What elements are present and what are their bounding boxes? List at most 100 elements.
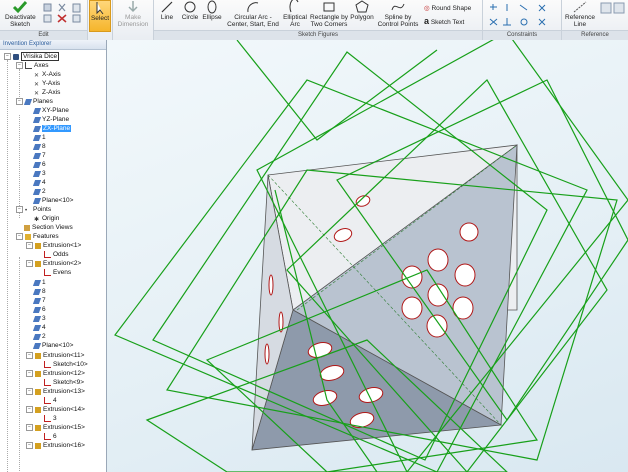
collapse-icon[interactable]: −	[26, 424, 33, 431]
root-label: Vrisika Dice	[21, 52, 60, 61]
tree-features[interactable]: − Features	[16, 232, 59, 241]
tree-feature-item[interactable]: 2	[32, 332, 46, 341]
circle-label: Circle	[181, 14, 199, 21]
collapse-icon[interactable]: −	[26, 352, 33, 359]
circle-tool[interactable]: Circle	[179, 0, 201, 21]
tree-plane10b[interactable]: Plane<10>	[32, 341, 73, 350]
axes-label: Axes	[34, 62, 49, 69]
tree-plane-item[interactable]: 3	[32, 169, 46, 178]
tree-feature-item[interactable]: 7	[32, 296, 46, 305]
tree-plane-item[interactable]: 2	[32, 187, 46, 196]
tree-plane-item[interactable]: 1	[32, 133, 46, 142]
elliptical-arc-icon	[289, 0, 299, 13]
planes-label: Planes	[33, 98, 53, 105]
tree-odds[interactable]: Odds	[44, 250, 69, 259]
tree-feature-item[interactable]: 4	[32, 323, 46, 332]
tree-x-axis[interactable]: ✕ X-Axis	[34, 70, 61, 79]
tree-axes[interactable]: − Axes	[16, 61, 48, 70]
tree-extrusion1[interactable]: − Extrusion<1>	[26, 241, 81, 250]
make-dimension-button[interactable]: Make Dimension	[115, 0, 151, 28]
collapse-icon[interactable]: −	[26, 370, 33, 377]
tree-feature-item[interactable]: 3	[32, 314, 46, 323]
edit-small-tools	[42, 2, 82, 24]
tree-y-axis[interactable]: ✕ Y-Axis	[34, 79, 60, 88]
collapse-icon[interactable]: −	[26, 260, 33, 267]
dimension-group: Make Dimension	[113, 0, 154, 40]
elliptical-arc-tool[interactable]: Elliptical Arc	[282, 0, 308, 28]
select-button[interactable]: Select	[89, 0, 111, 32]
tree-evens[interactable]: Evens	[44, 268, 71, 277]
line-tool[interactable]: Line	[156, 0, 178, 21]
deactivate-sketch-button[interactable]: Deactivate Sketch	[3, 0, 37, 28]
tree-feature-item[interactable]: 6	[32, 305, 46, 314]
tree-points[interactable]: − • Points	[16, 205, 51, 214]
sketch-icon	[44, 415, 51, 422]
tree-extrusion13[interactable]: − Extrusion<13>	[26, 387, 85, 396]
polygon-tool[interactable]: Polygon	[349, 0, 375, 21]
tree-feature-item[interactable]: 8	[32, 287, 46, 296]
tree-plane-item[interactable]: 4	[32, 178, 46, 187]
tree-plane10[interactable]: Plane<10>	[32, 196, 73, 205]
odds-label: Odds	[53, 251, 69, 258]
sketch-text-tool[interactable]: a Sketch Text	[424, 16, 464, 26]
tree-xy-plane[interactable]: XY-Plane	[32, 106, 69, 115]
tree-plane-item[interactable]: 6	[32, 160, 46, 169]
cursor-icon	[96, 2, 104, 15]
tree-extrusion16[interactable]: − Extrusion<16>	[26, 441, 85, 450]
rectangle-tool[interactable]: Rectangle by Two Corners	[309, 0, 349, 28]
sketch-figures-label: Sketch Figures	[154, 30, 482, 40]
plane-item-label: 3	[42, 170, 46, 177]
tree-sketch9[interactable]: Sketch<9>	[44, 378, 84, 387]
tree-extrusion2[interactable]: − Extrusion<2>	[26, 259, 81, 268]
collapse-icon[interactable]: −	[26, 406, 33, 413]
tree-planes[interactable]: − Planes	[16, 97, 53, 106]
circular-arc-tool[interactable]: Circular Arc - Center, Start, End	[224, 0, 282, 28]
collapse-icon[interactable]: −	[16, 233, 23, 240]
collapse-icon[interactable]: −	[26, 442, 33, 449]
tree-root[interactable]: − Vrisika Dice	[4, 52, 60, 61]
check-icon	[12, 1, 28, 14]
tree-plane-item[interactable]: 7	[32, 151, 46, 160]
ellipse-tool[interactable]: Ellipse	[201, 0, 223, 21]
plane-icon	[32, 170, 42, 177]
tree-section-views[interactable]: Section Views	[24, 223, 73, 232]
tree-zx-plane[interactable]: ZX-Plane	[32, 124, 72, 133]
plane-icon	[23, 98, 33, 105]
tree-extrusion11[interactable]: − Extrusion<11>	[26, 351, 84, 360]
extrusion-icon	[35, 370, 41, 377]
tree-sketch10[interactable]: Sketch<10>	[44, 360, 88, 369]
sketch-icon	[44, 379, 51, 386]
elliptical-arc-label: Elliptical	[283, 14, 307, 21]
tree-feature-item[interactable]: 1	[32, 278, 46, 287]
extrusion1-label: Extrusion<1>	[43, 242, 82, 249]
tree-sketch-3[interactable]: 3	[44, 414, 57, 423]
spline-tool[interactable]: Spline by Control Points	[376, 0, 420, 28]
plane-item-label: 6	[42, 161, 46, 168]
collapse-icon[interactable]: −	[26, 388, 33, 395]
tree-z-axis[interactable]: ✕ Z-Axis	[34, 88, 60, 97]
tree-sketch-4[interactable]: 4	[44, 396, 57, 405]
tree-extrusion12[interactable]: − Extrusion<12>	[26, 369, 85, 378]
tree-sketch-6[interactable]: 6	[44, 432, 57, 441]
plane-item-label: 1	[42, 134, 46, 141]
reference-label: Reference	[562, 30, 628, 40]
collapse-icon[interactable]: −	[16, 98, 23, 105]
dice-model[interactable]	[107, 40, 628, 472]
feature-item-label: 8	[42, 288, 46, 295]
tree-yz-plane[interactable]: YZ-Plane	[32, 115, 69, 124]
reference-grid-icon[interactable]	[600, 2, 626, 28]
3d-viewport[interactable]	[107, 40, 628, 472]
constraints-icons[interactable]	[487, 3, 557, 29]
reference-line-tool[interactable]: Reference Line	[563, 0, 597, 28]
collapse-icon[interactable]: −	[16, 206, 23, 213]
tree-extrusion14[interactable]: − Extrusion<14>	[26, 405, 85, 414]
edit-tools-icon	[43, 3, 81, 23]
tree-plane-item[interactable]: 8	[32, 142, 46, 151]
tree-extrusion15[interactable]: − Extrusion<15>	[26, 423, 85, 432]
feature-item-label: 3	[42, 315, 46, 322]
tree-origin[interactable]: ✱ Origin	[34, 214, 59, 223]
collapse-icon[interactable]: −	[26, 242, 33, 249]
collapse-icon[interactable]: −	[4, 53, 11, 60]
collapse-icon[interactable]: −	[16, 62, 23, 69]
round-shape-tool[interactable]: ◎ Round Shape	[424, 4, 471, 12]
